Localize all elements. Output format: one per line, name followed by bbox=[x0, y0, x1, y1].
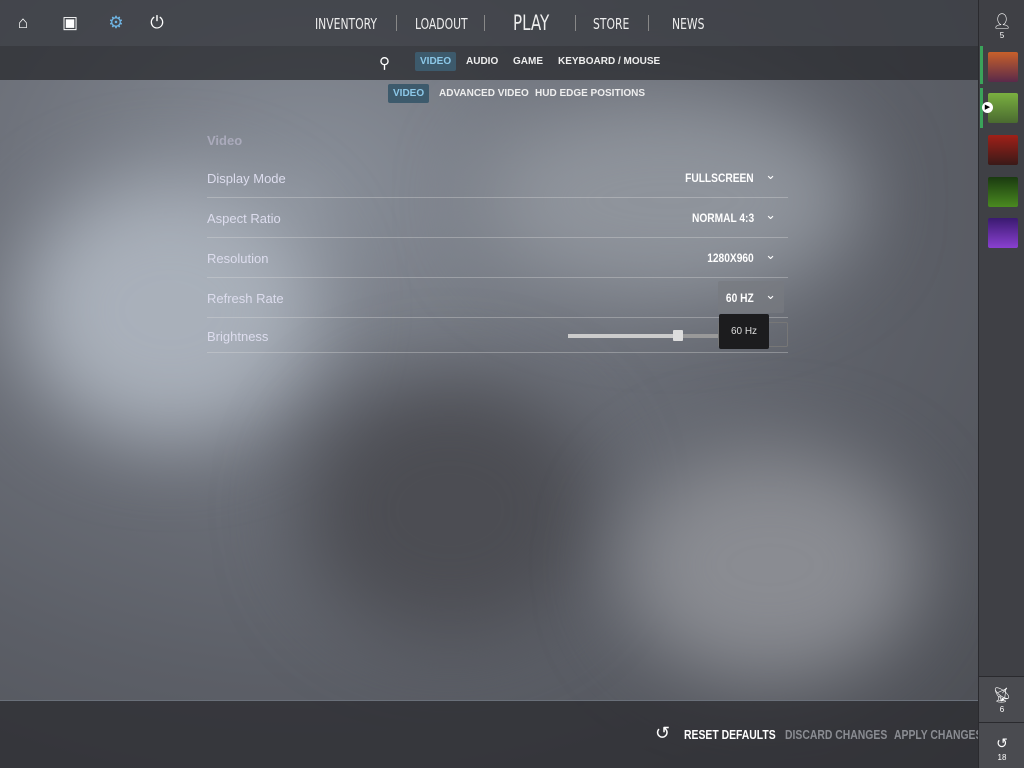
setting-refresh-rate[interactable]: Refresh Rate 60 HZ ⌄ bbox=[207, 278, 788, 318]
tab-game[interactable]: GAME bbox=[508, 52, 548, 71]
dropdown-value[interactable]: NORMAL 4:3 bbox=[692, 211, 754, 225]
friend-avatar[interactable] bbox=[988, 135, 1018, 165]
slider-thumb[interactable] bbox=[672, 330, 683, 341]
discard-changes-button[interactable]: DISCARD CHANGES bbox=[785, 727, 887, 742]
subtab-video[interactable]: VIDEO bbox=[388, 84, 430, 103]
friends-button[interactable]: 👤︎ 5 bbox=[979, 12, 1024, 40]
home-icon[interactable]: ⌂ bbox=[13, 13, 33, 33]
dropdown-value[interactable]: 1280X960 bbox=[707, 251, 754, 265]
setting-display-mode[interactable]: Display Mode FULLSCREEN ⌄ bbox=[207, 158, 788, 198]
friend-avatar[interactable] bbox=[988, 177, 1018, 207]
nav-loadout[interactable]: LOADOUT bbox=[415, 15, 468, 33]
setting-label: Aspect Ratio bbox=[207, 211, 281, 226]
antenna-icon: 📡︎ bbox=[992, 687, 1012, 704]
top-bar: ⌂ ▣ ⚙ ⏻ INVENTORY LOADOUT PLAY STORE NEW… bbox=[0, 0, 978, 46]
nav-play[interactable]: PLAY bbox=[513, 11, 549, 35]
signal-count: 6 bbox=[999, 705, 1005, 714]
dropdown-value[interactable]: FULLSCREEN bbox=[685, 171, 754, 185]
setting-label: Refresh Rate bbox=[207, 291, 284, 306]
friends-count: 5 bbox=[999, 31, 1005, 40]
subtab-hud-edge-positions[interactable]: HUD EDGE POSITIONS bbox=[530, 84, 650, 103]
history-count: 18 bbox=[997, 753, 1007, 762]
setting-label: Brightness bbox=[207, 329, 269, 344]
nav-news[interactable]: NEWS bbox=[672, 15, 704, 33]
play-icon: ▶ bbox=[982, 102, 993, 113]
signal-button[interactable]: 📡︎ 6 bbox=[979, 686, 1024, 714]
tab-audio[interactable]: AUDIO bbox=[461, 52, 503, 71]
apply-changes-button[interactable]: APPLY CHANGES bbox=[894, 727, 982, 742]
tab-keyboard-mouse[interactable]: KEYBOARD / MOUSE bbox=[553, 52, 665, 71]
brightness-slider[interactable] bbox=[568, 330, 718, 341]
setting-label: Display Mode bbox=[207, 171, 286, 186]
setting-aspect-ratio[interactable]: Aspect Ratio NORMAL 4:3 ⌄ bbox=[207, 198, 788, 238]
gear-icon[interactable]: ⚙ bbox=[106, 13, 126, 33]
setting-resolution[interactable]: Resolution 1280X960 ⌄ bbox=[207, 238, 788, 278]
tooltip: 60 Hz bbox=[719, 314, 769, 349]
section-title: Video bbox=[207, 133, 243, 148]
chevron-down-icon[interactable]: ⌄ bbox=[765, 287, 776, 303]
slider-fill bbox=[568, 334, 678, 338]
footer: ↺ RESET DEFAULTS DISCARD CHANGES APPLY C… bbox=[0, 700, 982, 768]
search-icon[interactable]: ⚲ bbox=[379, 54, 390, 72]
setting-brightness: Brightness bbox=[207, 318, 788, 353]
user-icon: 👤︎ bbox=[992, 13, 1012, 30]
tab-video[interactable]: VIDEO bbox=[415, 52, 457, 71]
friend-avatar[interactable] bbox=[988, 52, 1018, 82]
tv-icon[interactable]: ▣ bbox=[60, 13, 80, 33]
friends-sidebar: 👤︎ 5 ▶ 📡︎ 6 ↺ 18 bbox=[978, 0, 1024, 768]
nav-inventory[interactable]: INVENTORY bbox=[315, 15, 377, 33]
history-icon: ↺ bbox=[996, 735, 1008, 751]
history-button[interactable]: ↺ 18 bbox=[979, 735, 1024, 762]
dropdown-value[interactable]: 60 HZ bbox=[726, 291, 754, 305]
chevron-down-icon[interactable]: ⌄ bbox=[765, 207, 776, 223]
power-icon[interactable]: ⏻ bbox=[147, 13, 167, 33]
setting-label: Resolution bbox=[207, 251, 269, 266]
reset-defaults-button[interactable]: RESET DEFAULTS bbox=[684, 727, 776, 742]
nav-store[interactable]: STORE bbox=[593, 15, 629, 33]
settings-tabs: ⚲ VIDEO AUDIO GAME KEYBOARD / MOUSE bbox=[0, 46, 978, 80]
friend-avatar[interactable] bbox=[988, 218, 1018, 248]
subtab-advanced-video[interactable]: ADVANCED VIDEO bbox=[434, 84, 534, 103]
chevron-down-icon[interactable]: ⌄ bbox=[765, 167, 776, 183]
chevron-down-icon[interactable]: ⌄ bbox=[765, 247, 776, 263]
history-icon[interactable]: ↺ bbox=[655, 723, 670, 744]
